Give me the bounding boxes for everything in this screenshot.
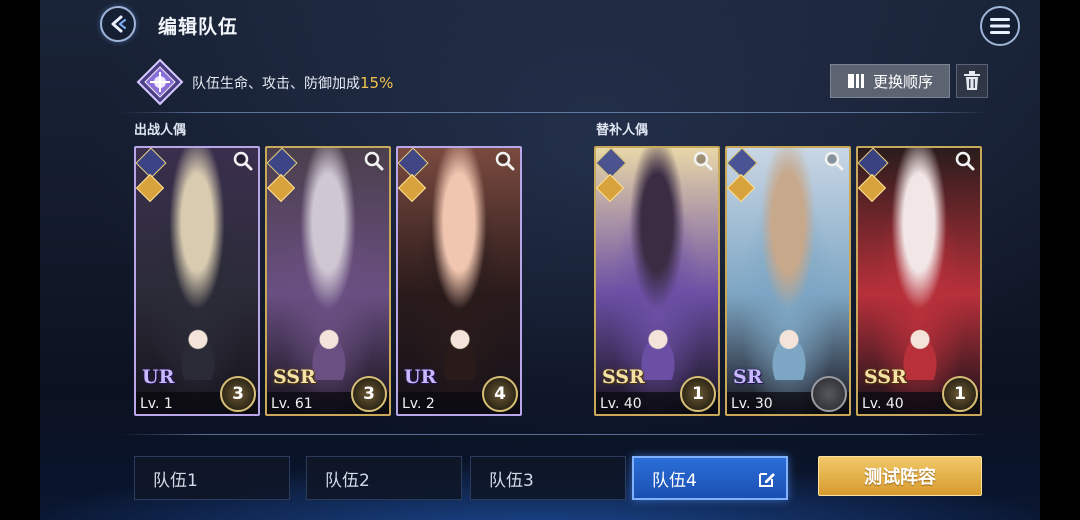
- rarity-label: UR: [142, 366, 175, 388]
- magnifier-icon[interactable]: [232, 150, 254, 172]
- swap-order-icon: [847, 74, 864, 88]
- character-card[interactable]: UR Lv. 2 4: [396, 146, 522, 416]
- divider-top: [120, 112, 990, 113]
- edit-icon[interactable]: [758, 470, 776, 488]
- trash-icon: [964, 71, 980, 90]
- rarity-label: SSR: [602, 366, 645, 388]
- tab-label: 队伍2: [325, 470, 370, 491]
- level-label: Lv. 40: [600, 396, 642, 412]
- hamburger-menu-icon: [990, 18, 1010, 34]
- magnifier-icon[interactable]: [363, 150, 385, 172]
- left-letterbox: [0, 0, 40, 520]
- rarity-label: SSR: [273, 366, 316, 388]
- tab-team-1[interactable]: 队伍1: [134, 456, 290, 500]
- magnifier-icon[interactable]: [823, 150, 845, 172]
- star-rank-badge: 3: [220, 376, 256, 412]
- rarity-label: UR: [404, 366, 437, 388]
- team-bonus-label: 队伍生命、攻击、防御加成: [192, 76, 360, 92]
- magnifier-icon[interactable]: [494, 150, 516, 172]
- tab-label: 队伍3: [489, 470, 534, 491]
- character-card[interactable]: SSR Lv. 40 1: [856, 146, 982, 416]
- tab-label: 队伍1: [153, 470, 198, 491]
- swap-order-button[interactable]: 更换顺序: [830, 64, 950, 98]
- level-label: Lv. 61: [271, 396, 313, 412]
- chibi-sprite: [176, 328, 220, 380]
- star-rank-badge: 1: [942, 376, 978, 412]
- test-lineup-button[interactable]: 测试阵容: [818, 456, 982, 496]
- reserve-section-label: 替补人偶: [596, 123, 649, 138]
- back-arrow-icon: [111, 15, 126, 33]
- tab-team-4[interactable]: 队伍4: [632, 456, 788, 500]
- divider-bottom: [120, 434, 990, 435]
- chibi-sprite: [438, 328, 482, 380]
- back-button[interactable]: [96, 6, 140, 42]
- character-card[interactable]: SR Lv. 30: [725, 146, 851, 416]
- tab-team-2[interactable]: 队伍2: [306, 456, 462, 500]
- character-card[interactable]: SSR Lv. 61 3: [265, 146, 391, 416]
- right-letterbox: [1040, 0, 1080, 520]
- swap-order-label: 更换顺序: [872, 72, 933, 91]
- character-card[interactable]: SSR Lv. 40 1: [594, 146, 720, 416]
- star-rank-badge: 1: [680, 376, 716, 412]
- star-rank-badge: 3: [351, 376, 387, 412]
- chibi-sprite: [767, 328, 811, 380]
- level-label: Lv. 40: [862, 396, 904, 412]
- magnifier-icon[interactable]: [954, 150, 976, 172]
- tab-team-3[interactable]: 队伍3: [470, 456, 626, 500]
- level-label: Lv. 1: [140, 396, 173, 412]
- team-bonus-text: 队伍生命、攻击、防御加成15%: [192, 73, 393, 93]
- page-title: 编辑队伍: [158, 16, 239, 38]
- team-bonus-percent: 15%: [360, 74, 394, 92]
- level-label: Lv. 2: [402, 396, 435, 412]
- rarity-label: SSR: [864, 366, 907, 388]
- tab-label: 队伍4: [652, 470, 697, 491]
- battle-section-label: 出战人偶: [134, 123, 187, 138]
- star-rank-badge: 4: [482, 376, 518, 412]
- trash-button[interactable]: [956, 64, 988, 98]
- character-card[interactable]: UR Lv. 1 3: [134, 146, 260, 416]
- rarity-label: SR: [733, 366, 763, 388]
- star-rank-badge: [811, 376, 847, 412]
- level-label: Lv. 30: [731, 396, 773, 412]
- magnifier-icon[interactable]: [692, 150, 714, 172]
- team-bonus-icon: [136, 58, 184, 106]
- menu-button[interactable]: [980, 6, 1020, 46]
